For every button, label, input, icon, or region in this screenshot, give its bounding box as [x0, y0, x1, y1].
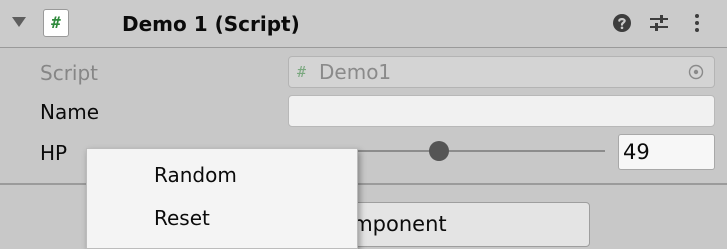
component-header[interactable]: # Demo 1 (Script): [0, 0, 727, 48]
menu-item-reset[interactable]: Reset: [87, 198, 357, 238]
menu-item-random[interactable]: Random: [87, 155, 357, 195]
help-icon[interactable]: [610, 11, 634, 35]
kebab-menu-icon[interactable]: [685, 11, 709, 35]
script-label: Script: [40, 61, 99, 85]
context-menu: Random Reset: [86, 148, 358, 249]
script-hash-icon: #: [297, 63, 307, 81]
script-icon: #: [43, 9, 69, 37]
name-label: Name: [40, 100, 100, 124]
presets-icon[interactable]: [647, 11, 671, 35]
component-title: Demo 1 (Script): [122, 12, 300, 36]
name-input[interactable]: [288, 95, 715, 127]
hp-label: HP: [40, 141, 68, 165]
foldout-arrow-icon[interactable]: [12, 17, 26, 27]
hp-slider-track[interactable]: [350, 150, 605, 152]
script-object-field: # Demo1: [288, 56, 715, 88]
hp-value-input[interactable]: 49: [618, 134, 715, 170]
hp-slider-handle[interactable]: [429, 141, 450, 161]
script-value: Demo1: [319, 60, 392, 84]
object-picker-icon[interactable]: [688, 64, 704, 80]
